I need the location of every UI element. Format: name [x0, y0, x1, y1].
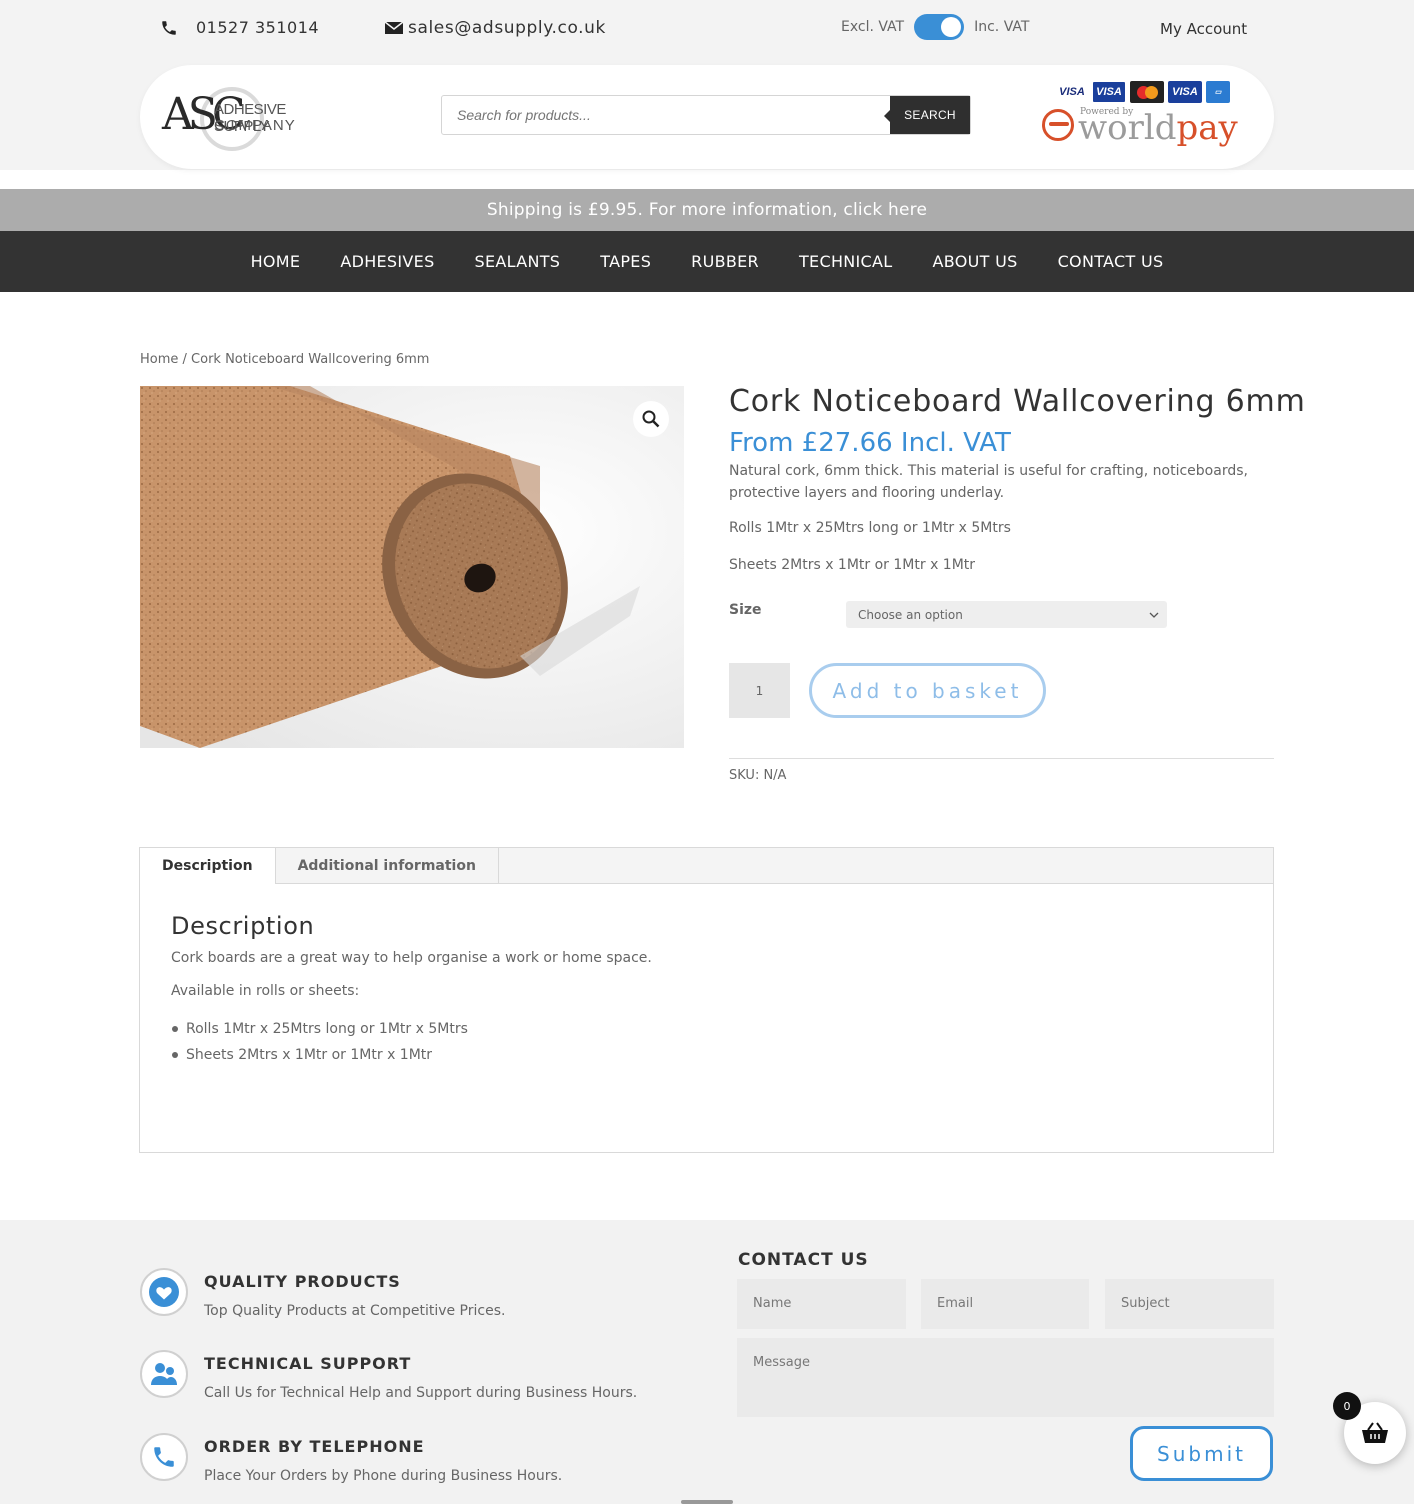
- size-select-value: Choose an option: [858, 607, 963, 622]
- vat-excl-label: Excl. VAT: [841, 19, 905, 35]
- vat-toggle-knob: [941, 17, 962, 37]
- phone-icon: [162, 20, 176, 35]
- product-image[interactable]: [140, 386, 684, 748]
- main-nav: HOME ADHESIVES SEALANTS TAPES RUBBER TEC…: [0, 231, 1414, 292]
- phone-number: 01527 351014: [196, 18, 320, 37]
- product-sku: SKU: N/A: [729, 768, 787, 783]
- product-tabs: Description Additional information Descr…: [139, 847, 1274, 1153]
- chevron-down-icon: [1149, 612, 1159, 618]
- description-heading: Description: [171, 912, 315, 940]
- visa-debit-card-icon: VISA: [1092, 81, 1126, 103]
- header-bar: ASC ADHESIVE SUPPLY COMPANY SEARCH VISA …: [140, 65, 1274, 169]
- visa-card-icon: VISA: [1056, 81, 1088, 103]
- feature-quality-products: QUALITY PRODUCTS Top Quality Products at…: [140, 1268, 505, 1319]
- nav-contact-us[interactable]: CONTACT US: [1058, 252, 1164, 271]
- nav-technical[interactable]: TECHNICAL: [799, 252, 893, 271]
- feature-desc: Call Us for Technical Help and Support d…: [204, 1385, 638, 1401]
- subject-field[interactable]: Subject: [1105, 1279, 1274, 1329]
- scroll-indicator: [681, 1500, 733, 1504]
- company-logo[interactable]: ASC ADHESIVE SUPPLY COMPANY: [160, 81, 330, 151]
- shipping-banner[interactable]: Shipping is £9.95. For more information,…: [0, 189, 1414, 231]
- feature-order-by-telephone: ORDER BY TELEPHONE Place Your Orders by …: [140, 1433, 562, 1484]
- description-list: Rolls 1Mtr x 25Mtrs long or 1Mtr x 5Mtrs…: [171, 1016, 1242, 1068]
- basket-icon: [1362, 1422, 1388, 1443]
- breadcrumb-home[interactable]: Home: [140, 352, 178, 367]
- my-account-link[interactable]: My Account: [1160, 20, 1247, 38]
- submit-button[interactable]: Submit: [1130, 1426, 1273, 1481]
- list-item: Rolls 1Mtr x 25Mtrs long or 1Mtr x 5Mtrs: [171, 1016, 1242, 1042]
- product-search: SEARCH: [441, 95, 971, 135]
- logo-line2: COMPANY: [214, 117, 296, 134]
- quantity-input[interactable]: 1: [729, 663, 790, 718]
- email-field[interactable]: Email: [921, 1279, 1089, 1329]
- divider: [729, 758, 1274, 759]
- tab-additional-information[interactable]: Additional information: [276, 848, 499, 883]
- payment-cards: VISA VISA VISA ▭: [1056, 81, 1230, 103]
- tab-description[interactable]: Description: [140, 848, 276, 884]
- feature-title: ORDER BY TELEPHONE: [204, 1437, 425, 1456]
- nav-sealants[interactable]: SEALANTS: [475, 252, 561, 271]
- product-rolls-info: Rolls 1Mtr x 25Mtrs long or 1Mtr x 5Mtrs: [729, 520, 1011, 536]
- add-to-basket-button[interactable]: Add to basket: [809, 663, 1046, 718]
- phone-contact[interactable]: 01527 351014: [160, 18, 319, 37]
- nav-adhesives[interactable]: ADHESIVES: [340, 252, 434, 271]
- nav-home[interactable]: HOME: [251, 252, 301, 271]
- cart-count-badge: 0: [1333, 1392, 1361, 1420]
- amex-card-icon: ▭: [1206, 81, 1230, 103]
- tab-list: Description Additional information: [140, 848, 1273, 884]
- product-sheets-info: Sheets 2Mtrs x 1Mtr or 1Mtr x 1Mtr: [729, 557, 976, 573]
- name-field[interactable]: Name: [737, 1279, 906, 1329]
- phone-icon: [140, 1433, 188, 1481]
- envelope-icon: [384, 21, 404, 34]
- feature-technical-support: TECHNICAL SUPPORT Call Us for Technical …: [140, 1350, 637, 1401]
- people-icon: [140, 1350, 188, 1398]
- tab-panel-description: Description Cork boards are a great way …: [140, 884, 1273, 1096]
- zoom-button[interactable]: [633, 401, 669, 437]
- size-label: Size: [729, 602, 762, 618]
- magnifier-icon: [642, 410, 660, 428]
- search-button[interactable]: SEARCH: [884, 96, 970, 134]
- description-paragraph-2: Available in rolls or sheets:: [171, 983, 360, 999]
- nav-about-us[interactable]: ABOUT US: [933, 252, 1018, 271]
- footer: QUALITY PRODUCTS Top Quality Products at…: [0, 1220, 1414, 1504]
- feature-title: QUALITY PRODUCTS: [204, 1272, 401, 1291]
- product-title: Cork Noticeboard Wallcovering 6mm: [729, 384, 1306, 419]
- feature-title: TECHNICAL SUPPORT: [204, 1354, 412, 1373]
- vat-toggle[interactable]: [914, 14, 965, 40]
- breadcrumb-current: Cork Noticeboard Wallcovering 6mm: [191, 352, 430, 367]
- breadcrumb-separator: /: [178, 352, 192, 367]
- feature-desc: Top Quality Products at Competitive Pric…: [204, 1303, 506, 1319]
- message-field[interactable]: Message: [737, 1338, 1274, 1417]
- search-input[interactable]: [442, 96, 890, 134]
- nav-tapes[interactable]: TAPES: [600, 252, 651, 271]
- email-contact[interactable]: sales@adsupply.co.uk: [384, 18, 606, 38]
- top-bar: 01527 351014 sales@adsupply.co.uk Excl. …: [0, 0, 1414, 170]
- worldpay-globe-icon: [1042, 109, 1074, 141]
- list-item: Sheets 2Mtrs x 1Mtr or 1Mtr x 1Mtr: [171, 1042, 1242, 1068]
- worldpay-powered-by: Powered by: [1080, 107, 1134, 117]
- product-price: From £27.66 Incl. VAT: [729, 428, 1011, 458]
- heart-icon: [140, 1268, 188, 1316]
- worldpay-pay: pay: [1176, 108, 1238, 148]
- mastercard-icon: [1130, 81, 1164, 103]
- nav-rubber[interactable]: RUBBER: [691, 252, 759, 271]
- size-select[interactable]: Choose an option: [846, 601, 1167, 628]
- vat-switch: Excl. VAT Inc. VAT: [841, 14, 1029, 40]
- cork-roll-image: [140, 386, 684, 748]
- product-short-description: Natural cork, 6mm thick. This material i…: [729, 463, 1248, 501]
- vat-incl-label: Inc. VAT: [974, 19, 1030, 35]
- feature-desc: Place Your Orders by Phone during Busine…: [204, 1468, 563, 1484]
- email-address: sales@adsupply.co.uk: [408, 18, 606, 38]
- visa-electron-card-icon: VISA: [1168, 81, 1202, 103]
- worldpay-logo: Powered by world pay: [1042, 107, 1238, 148]
- breadcrumb: Home / Cork Noticeboard Wallcovering 6mm: [140, 352, 429, 367]
- description-paragraph-1: Cork boards are a great way to help orga…: [171, 950, 652, 966]
- contact-heading: CONTACT US: [738, 1250, 869, 1270]
